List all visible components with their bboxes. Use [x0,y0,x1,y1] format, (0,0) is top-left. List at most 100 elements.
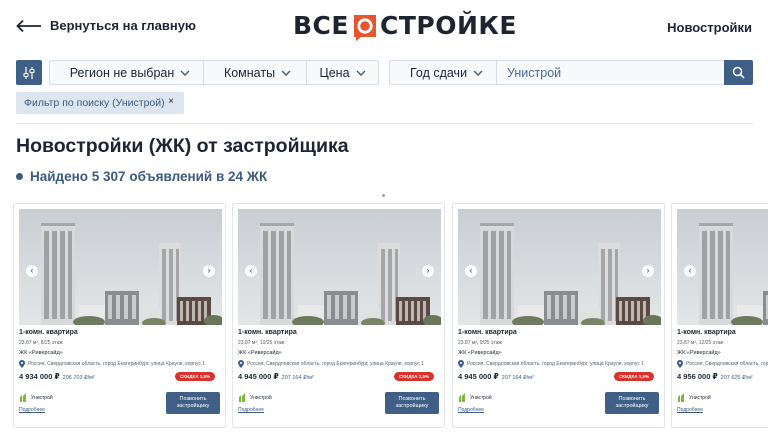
logo-badge-icon [352,13,378,41]
listing-complex: ЖК «Риверсайд» [458,350,502,356]
sale-text: СКИДКА 1,5% [399,374,429,379]
developer-name: Унистрой [31,395,53,401]
next-photo-button[interactable]: › [203,265,215,277]
sale-badge: СКИДКА 1,5% [394,372,434,381]
developer-leaf-icon [239,393,245,402]
price-dropdown[interactable]: Цена [306,60,379,85]
chevron-left-icon: ‹ [688,266,692,275]
page-title: Новостройки (ЖК) от застройщика [16,135,349,157]
location-pin-icon [458,360,464,368]
prev-photo-button[interactable]: ‹ [245,265,257,277]
developer-info[interactable]: Унистрой [19,393,53,403]
region-dropdown-label: Регион не выбран [69,65,175,80]
details-link[interactable]: Подробнее [458,407,484,413]
chevron-right-icon: › [426,266,430,275]
filter-settings-button[interactable] [16,60,42,85]
next-photo-button[interactable]: › [642,265,654,277]
chevron-left-icon: ‹ [30,266,34,275]
details-link[interactable]: Подробнее [677,407,703,413]
listing-cards: ‹ › 1-комн. квартира 23.87 м², 8/25 этаж… [0,203,768,432]
listing-price: 4 934 000 ₽206 703 ₽/м² [19,372,95,381]
developer-name: Унистрой [250,395,272,401]
filter-sliders-icon [23,66,35,79]
prev-photo-button[interactable]: ‹ [26,265,38,277]
search-input[interactable]: Унистрой [496,60,726,85]
remove-filter-button[interactable]: × [168,96,174,107]
address-text: Россия, Свердловская область, город Екат… [247,361,425,367]
sale-text: СКИДКА 1,5% [180,374,210,379]
year-dropdown[interactable]: Год сдачи [389,60,504,85]
scroll-indicator [382,194,385,197]
developer-leaf-icon [459,393,465,402]
location-pin-icon [677,360,683,368]
chevron-left-icon: ‹ [249,266,253,275]
listing-address: Россия, Свердловская область, город Екат… [677,360,768,368]
listing-photo[interactable]: ‹ › [238,209,441,325]
active-filter-chip: Фильтр по поиску (Унистрой) × [16,92,184,114]
sale-text: СКИДКА 1,5% [619,374,649,379]
price-text: 4 934 000 ₽ [19,372,60,381]
listing-complex: ЖК «Риверсайд» [19,350,63,356]
listing-type: 1-комн. квартира [19,329,78,336]
prev-photo-button[interactable]: ‹ [465,265,477,277]
back-to-home-link[interactable]: Вернуться на главную [16,18,196,33]
listing-area: 23.87 м², 10/25 этаж [238,340,285,346]
site-logo[interactable]: ВСЕ СТРОЙКЕ [293,11,517,41]
details-link[interactable]: Подробнее [19,407,45,413]
listing-address: Россия, Свердловская область, город Екат… [19,360,205,368]
developer-leaf-icon [20,393,26,402]
address-text: Россия, Свердловская область, город Екат… [28,361,206,367]
chevron-down-icon [180,70,190,76]
year-dropdown-label: Год сдачи [409,65,468,80]
active-filter-label: Фильтр по поиску (Унистрой) [24,97,165,109]
listing-card[interactable]: ‹ › 1-комн. квартира 23.87 м², 12/25 эта… [671,203,768,428]
call-developer-button[interactable]: Позвонить застройщику [166,392,220,414]
developer-info[interactable]: Унистрой [677,393,711,403]
listing-card[interactable]: ‹ › 1-комн. квартира 23.87 м², 9/25 этаж… [452,203,665,428]
details-link[interactable]: Подробнее [238,407,264,413]
rooms-dropdown[interactable]: Комнаты [203,60,312,85]
results-count: Найдено 5 307 объявлений в 24 ЖК [16,169,267,184]
listing-card[interactable]: ‹ › 1-комн. квартира 23.87 м², 10/25 эта… [232,203,445,428]
listing-price: 4 956 000 ₽207 625 ₽/м² [677,372,753,381]
page-header: Вернуться на главную ВСЕ СТРОЙКЕ Новостр… [0,0,768,56]
listing-photo[interactable]: ‹ › [458,209,661,325]
listing-photo[interactable]: ‹ › [677,209,768,325]
next-photo-button[interactable]: › [422,265,434,277]
listing-area: 23.87 м², 12/25 этаж [677,340,724,346]
call-developer-button[interactable]: Позвонить застройщику [605,392,659,414]
building-photo [458,209,661,325]
call-developer-button[interactable]: Позвонить застройщику [385,392,439,414]
back-label: Вернуться на главную [50,18,197,33]
logo-text-left: ВСЕ [293,11,349,40]
chevron-left-icon: ‹ [469,266,473,275]
developer-leaf-icon [678,393,684,402]
developer-info[interactable]: Унистрой [458,393,492,403]
listing-address: Россия, Свердловская область, город Екат… [458,360,644,368]
listing-type: 1-комн. квартира [238,329,297,336]
price-per-m2: 207 625 ₽/м² [720,375,753,381]
listing-complex: ЖК «Риверсайд» [677,350,721,356]
listing-address: Россия, Свердловская область, город Екат… [238,360,424,368]
listing-type: 1-комн. квартира [458,329,517,336]
price-per-m2: 206 703 ₽/м² [62,375,95,381]
chevron-right-icon: › [646,266,650,275]
search-button[interactable] [724,60,753,85]
prev-photo-button[interactable]: ‹ [684,265,696,277]
price-text: 4 945 000 ₽ [238,372,279,381]
location-pin-icon [238,360,244,368]
listing-photo[interactable]: ‹ › [19,209,222,325]
logo-text-right: СТРОЙКЕ [379,11,517,40]
listing-area: 23.87 м², 9/25 этаж [458,340,502,346]
region-dropdown[interactable]: Регион не выбран [49,60,211,85]
developer-info[interactable]: Унистрой [238,393,272,403]
building-photo [238,209,441,325]
listing-price: 4 945 000 ₽207 164 ₽/м² [458,372,534,381]
address-text: Россия, Свердловская область, город Екат… [686,361,768,367]
sale-badge: СКИДКА 1,5% [175,372,215,381]
listing-card[interactable]: ‹ › 1-комн. квартира 23.87 м², 8/25 этаж… [13,203,226,428]
new-buildings-link[interactable]: Новостройки [667,20,752,35]
developer-name: Унистрой [689,395,711,401]
rooms-dropdown-label: Комнаты [223,65,276,80]
location-pin-icon [19,360,25,368]
